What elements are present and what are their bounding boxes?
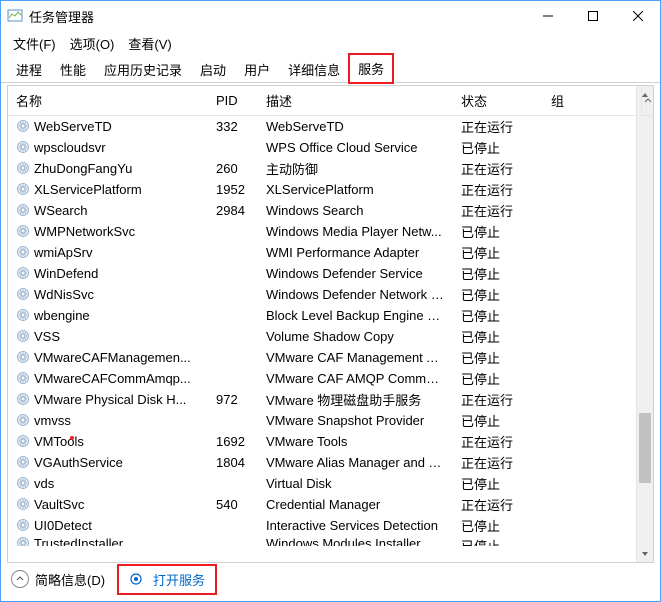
service-gear-icon: [16, 413, 30, 427]
service-gear-icon: [16, 245, 30, 259]
window-controls: [525, 1, 660, 31]
titlebar: 任务管理器: [1, 1, 660, 31]
table-row[interactable]: VMwareCAFCommAmqp...VMware CAF AMQP Comm…: [8, 368, 636, 389]
tab-app-history[interactable]: 应用历史记录: [95, 55, 191, 83]
service-gear-icon: [16, 308, 30, 322]
col-header-group[interactable]: 组: [543, 86, 603, 116]
menu-view[interactable]: 查看(V): [122, 32, 177, 55]
fewer-details-button[interactable]: 简略信息(D): [11, 570, 105, 589]
col-header-desc[interactable]: 描述: [258, 86, 453, 116]
service-gear-icon: [16, 434, 30, 448]
service-gear-icon: [16, 161, 30, 175]
service-gear-icon: [16, 287, 30, 301]
menu-file[interactable]: 文件(F): [7, 32, 62, 55]
fewer-details-label: 简略信息(D): [35, 570, 105, 589]
table-row[interactable]: UI0DetectInteractive Services Detection已…: [8, 515, 636, 536]
table-row[interactable]: WebServeTD332WebServeTD正在运行: [8, 116, 636, 137]
service-rows: WebServeTD332WebServeTD正在运行wpscloudsvrWP…: [8, 116, 636, 562]
gear-icon: [129, 572, 143, 586]
table-row[interactable]: VMware Physical Disk H...972VMware 物理磁盘助…: [8, 389, 636, 410]
table-row[interactable]: XLServicePlatform1952XLServicePlatform正在…: [8, 179, 636, 200]
service-gear-icon: [16, 371, 30, 385]
table-row[interactable]: WSearch2984Windows Search正在运行: [8, 200, 636, 221]
table-row[interactable]: vdsVirtual Disk已停止: [8, 473, 636, 494]
service-gear-icon: [16, 329, 30, 343]
tab-performance[interactable]: 性能: [51, 55, 95, 83]
tab-processes[interactable]: 进程: [7, 55, 51, 83]
table-row[interactable]: WinDefendWindows Defender Service已停止: [8, 263, 636, 284]
content-area: 名称 PID 描述 状态 组 WebServeTD332WebServeTD正在…: [1, 83, 660, 563]
tab-users[interactable]: 用户: [235, 55, 279, 83]
vertical-scrollbar[interactable]: [636, 86, 653, 562]
table-row[interactable]: WdNisSvcWindows Defender Network I...已停止: [8, 284, 636, 305]
footer: 简略信息(D) 打开服务: [1, 563, 660, 601]
service-gear-icon: [16, 476, 30, 490]
table-row[interactable]: wmiApSrvWMI Performance Adapter已停止: [8, 242, 636, 263]
col-header-status[interactable]: 状态: [453, 86, 543, 116]
col-header-pid[interactable]: PID: [208, 87, 258, 114]
table-row[interactable]: VSSVolume Shadow Copy已停止: [8, 326, 636, 347]
service-gear-icon: [16, 224, 30, 238]
service-gear-icon: [16, 392, 30, 406]
table-row[interactable]: TrustedInstallerWindows Modules Installe…: [8, 536, 636, 546]
window-title: 任务管理器: [29, 7, 525, 26]
menu-options[interactable]: 选项(O): [64, 32, 121, 55]
table-row[interactable]: wpscloudsvrWPS Office Cloud Service已停止: [8, 137, 636, 158]
close-button[interactable]: [615, 1, 660, 31]
column-headers: 名称 PID 描述 状态 组: [8, 86, 636, 116]
table-row[interactable]: wbengineBlock Level Backup Engine Se...已…: [8, 305, 636, 326]
service-gear-icon: [16, 518, 30, 532]
scroll-thumb[interactable]: [639, 413, 651, 483]
service-gear-icon: [16, 182, 30, 196]
table-row[interactable]: VMwareCAFManagemen...VMware CAF Manageme…: [8, 347, 636, 368]
tab-details[interactable]: 详细信息: [279, 55, 349, 83]
table-row[interactable]: vmvssVMware Snapshot Provider已停止: [8, 410, 636, 431]
open-services-label: 打开服务: [153, 570, 205, 589]
service-gear-icon: [16, 350, 30, 364]
service-gear-icon: [16, 455, 30, 469]
service-gear-icon: [16, 266, 30, 280]
tab-startup[interactable]: 启动: [191, 55, 235, 83]
tab-services[interactable]: 服务: [349, 54, 393, 83]
table-row[interactable]: ZhuDongFangYu260主动防御正在运行: [8, 158, 636, 179]
tabbar: 进程 性能 应用历史记录 启动 用户 详细信息 服务: [1, 55, 660, 83]
minimize-button[interactable]: [525, 1, 570, 31]
service-gear-icon: [16, 203, 30, 217]
service-gear-icon: [16, 497, 30, 511]
table-row[interactable]: VaultSvc540Credential Manager正在运行: [8, 494, 636, 515]
maximize-button[interactable]: [570, 1, 615, 31]
chevron-up-icon: [11, 570, 29, 588]
table-row[interactable]: VGAuthService1804VMware Alias Manager an…: [8, 452, 636, 473]
app-icon: [7, 8, 23, 24]
service-gear-icon: [16, 119, 30, 133]
col-header-name[interactable]: 名称: [8, 86, 208, 116]
table-row[interactable]: VMTools1692VMware Tools正在运行: [8, 431, 636, 452]
table-row[interactable]: WMPNetworkSvcWindows Media Player Netw..…: [8, 221, 636, 242]
menubar: 文件(F) 选项(O) 查看(V): [1, 31, 660, 55]
scroll-down-icon[interactable]: [637, 545, 653, 562]
service-gear-icon: [16, 140, 30, 154]
open-services-button[interactable]: 打开服务: [119, 566, 215, 593]
